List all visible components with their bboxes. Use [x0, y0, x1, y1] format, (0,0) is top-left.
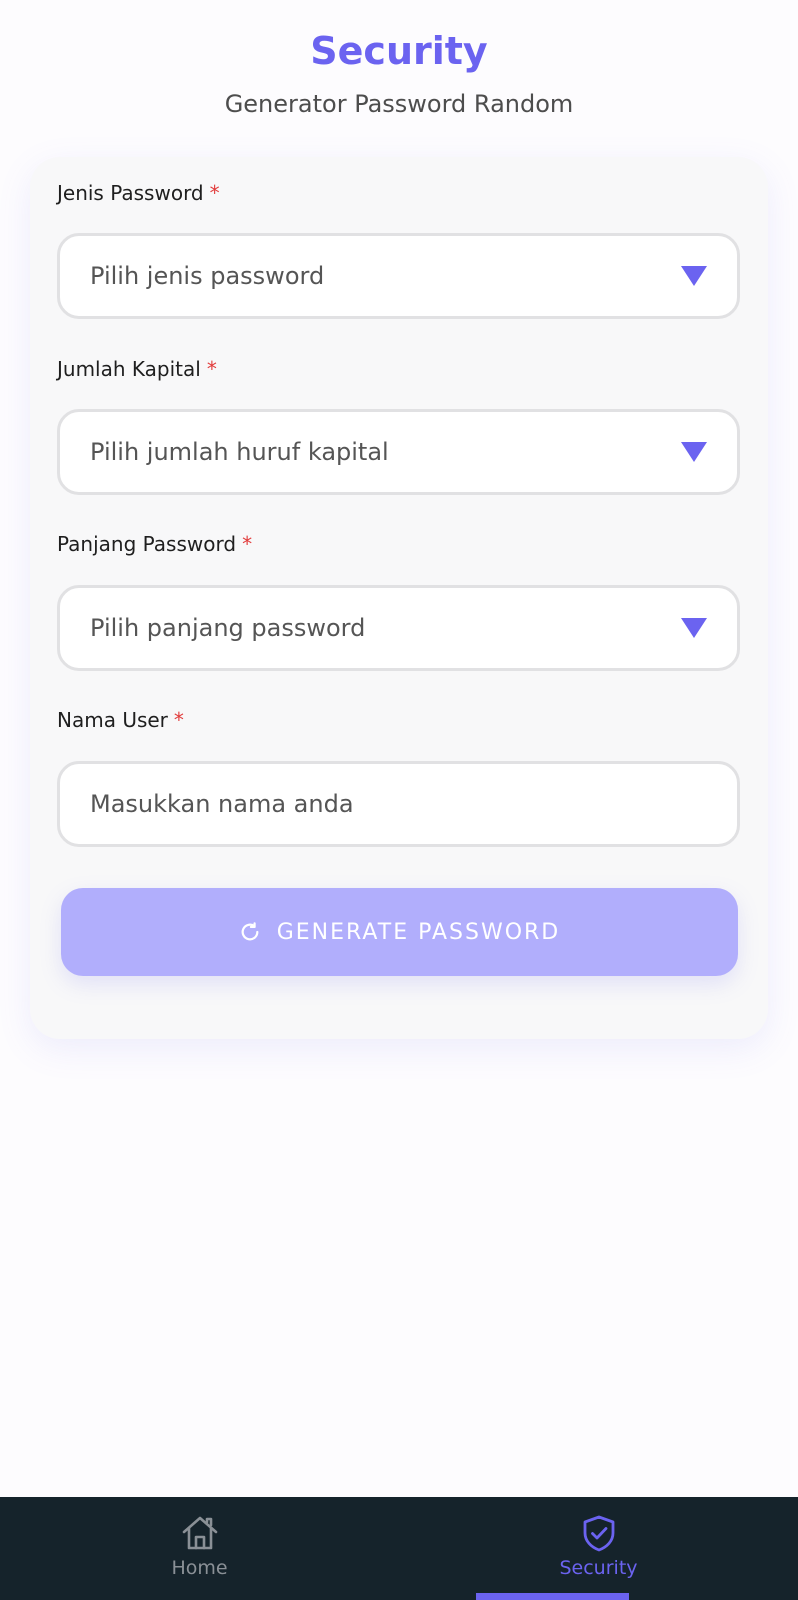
- home-icon: [180, 1513, 220, 1553]
- dropdown-arrow-icon: [681, 442, 707, 462]
- jenis-password-label: Jenis Password *: [57, 179, 220, 207]
- nav-item-home[interactable]: Home: [0, 1497, 399, 1600]
- page-header: Security Generator Password Random: [0, 26, 798, 120]
- panjang-password-label-text: Panjang Password: [57, 532, 237, 556]
- active-tab-indicator: [476, 1593, 629, 1600]
- jumlah-kapital-label: Jumlah Kapital *: [57, 355, 217, 383]
- required-marker: *: [206, 357, 217, 381]
- page-title: Security: [310, 29, 488, 73]
- shield-check-icon: [579, 1513, 619, 1553]
- nav-home-label: Home: [171, 1557, 228, 1579]
- dropdown-arrow-icon: [681, 618, 707, 638]
- bottom-navigation: Home Security: [0, 1497, 798, 1600]
- panjang-password-select[interactable]: Pilih panjang password: [57, 585, 740, 671]
- password-generator-card: Jenis Password * Pilih jenis password Jum…: [30, 157, 768, 1039]
- dropdown-arrow-icon: [681, 266, 707, 286]
- security-screen: Security Generator Password Random Jenis…: [0, 0, 798, 1600]
- nama-user-input[interactable]: Masukkan nama anda: [57, 761, 740, 847]
- jenis-password-select[interactable]: Pilih jenis password: [57, 233, 740, 319]
- nama-user-placeholder: Masukkan nama anda: [90, 790, 354, 818]
- generate-password-label: GENERATE PASSWORD: [276, 919, 561, 945]
- panjang-password-label: Panjang Password *: [57, 530, 252, 558]
- refresh-icon: [239, 921, 261, 943]
- required-marker: *: [242, 532, 253, 556]
- nav-security-label: Security: [559, 1557, 638, 1579]
- jumlah-kapital-select[interactable]: Pilih jumlah huruf kapital: [57, 409, 740, 495]
- generate-password-button[interactable]: GENERATE PASSWORD: [61, 888, 738, 976]
- page-subtitle: Generator Password Random: [224, 90, 574, 118]
- nama-user-label-text: Nama User: [57, 708, 168, 732]
- jenis-password-label-text: Jenis Password: [57, 181, 204, 205]
- jumlah-kapital-placeholder: Pilih jumlah huruf kapital: [90, 438, 389, 466]
- jumlah-kapital-label-text: Jumlah Kapital: [57, 357, 201, 381]
- required-marker: *: [209, 181, 220, 205]
- nav-item-security[interactable]: Security: [399, 1497, 798, 1600]
- panjang-password-placeholder: Pilih panjang password: [90, 614, 366, 642]
- jenis-password-placeholder: Pilih jenis password: [90, 262, 325, 290]
- required-marker: *: [173, 708, 184, 732]
- nama-user-label: Nama User *: [57, 706, 184, 734]
